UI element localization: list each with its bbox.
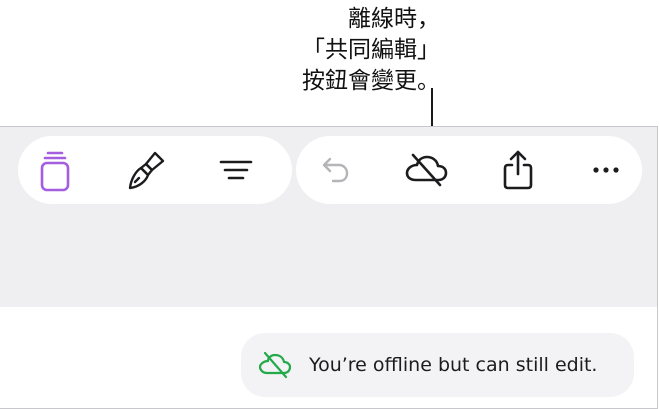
document-icon: [40, 151, 70, 192]
view-options-button[interactable]: [202, 136, 270, 204]
cloud-offline-icon: [405, 153, 448, 187]
callout-line-2: 「共同編輯」: [302, 37, 440, 63]
share-button[interactable]: [484, 136, 552, 204]
share-icon: [503, 150, 533, 190]
format-button[interactable]: [112, 136, 180, 204]
document-button[interactable]: [21, 136, 89, 204]
paintbrush-icon: [128, 151, 165, 190]
ellipsis-icon: [593, 167, 619, 173]
lines-icon: [219, 160, 253, 180]
undo-icon: [322, 157, 349, 183]
toast-icon-wrapper: [257, 347, 293, 383]
cloud-offline-icon: [258, 351, 292, 379]
callout-line-3: 按鈕會變更。: [302, 68, 440, 94]
callout-annotation: 離線時， 「共同編輯」 按鈕會變更。: [200, 4, 440, 97]
offline-toast: You’re offline but can still edit.: [241, 333, 634, 397]
callout-line-1: 離線時，: [348, 6, 440, 32]
toast-message: You’re offline but can still edit.: [309, 354, 598, 376]
undo-button[interactable]: [299, 136, 367, 204]
more-button[interactable]: [572, 136, 640, 204]
collaborate-offline-button[interactable]: [392, 136, 460, 204]
app-screen: You’re offline but can still edit.: [0, 126, 658, 409]
